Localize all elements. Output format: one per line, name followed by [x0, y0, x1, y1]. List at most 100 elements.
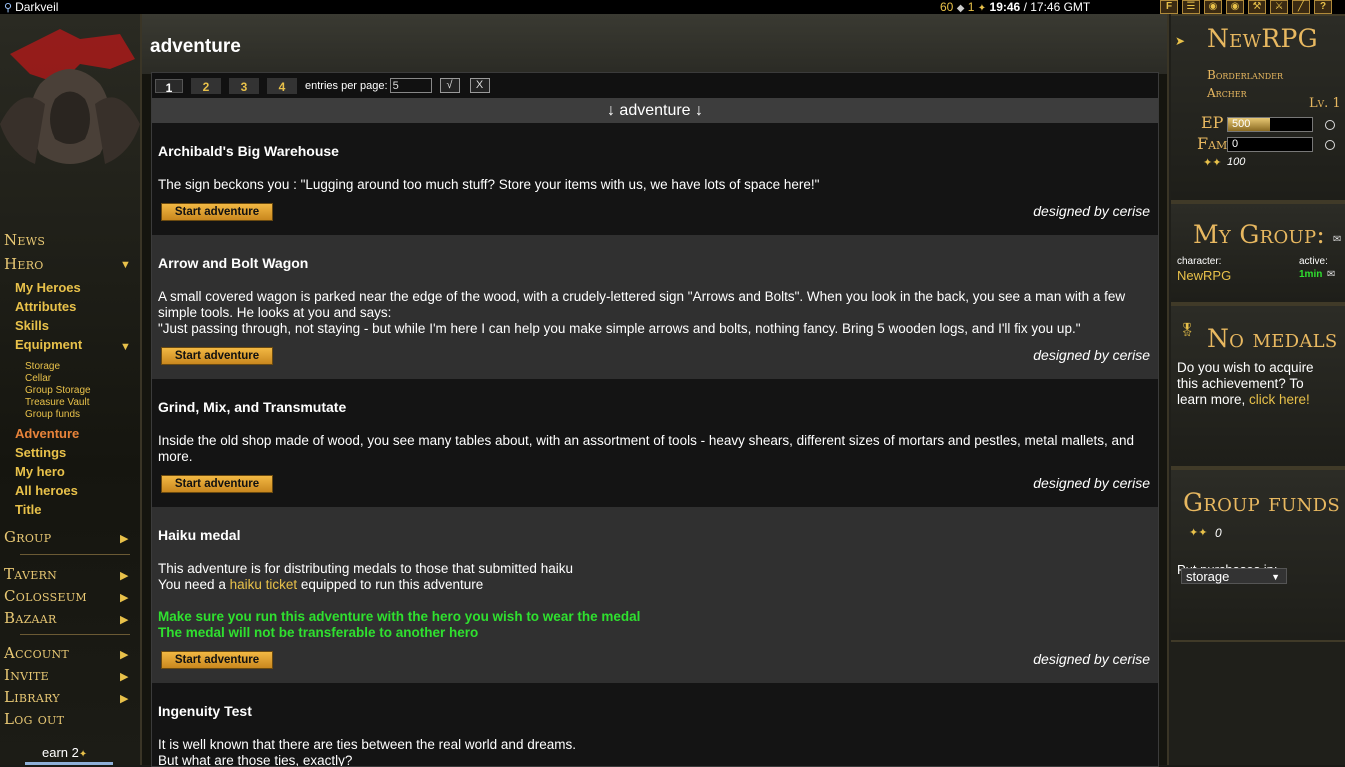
sword-icon[interactable]: ⚔: [1270, 0, 1288, 14]
help-icon[interactable]: ?: [1314, 0, 1332, 14]
chevron-right-icon[interactable]: ▶: [120, 670, 128, 683]
page-3-button[interactable]: 3: [229, 77, 259, 94]
adventure-item: Ingenuity Test It is well known that the…: [152, 683, 1158, 766]
fame-info-icon[interactable]: [1325, 140, 1335, 150]
medal-icon: 🎖: [1179, 322, 1196, 337]
page-2-button[interactable]: 2: [191, 77, 221, 94]
mail-icon[interactable]: ✉: [1327, 269, 1335, 280]
nav-settings[interactable]: Settings: [15, 445, 66, 460]
group-funds-title: Group funds: [1183, 488, 1340, 517]
nav-account[interactable]: Account: [4, 644, 69, 662]
chevron-down-icon[interactable]: ▼: [120, 259, 131, 271]
arrow-right-icon: ➤: [1175, 34, 1186, 48]
gem-icon: ◆: [956, 3, 965, 14]
adventure-item: Archibald's Big Warehouse The sign becko…: [152, 123, 1158, 235]
chevron-right-icon[interactable]: ▶: [120, 569, 128, 582]
character-label: character:: [1177, 256, 1222, 267]
nav-bazaar[interactable]: Bazaar: [4, 609, 57, 627]
nav-adventure[interactable]: Adventure: [15, 426, 79, 441]
chevron-right-icon[interactable]: ▶: [120, 613, 128, 626]
start-adventure-button[interactable]: Start adventure: [161, 651, 273, 669]
nav-library[interactable]: Library: [4, 688, 60, 706]
nav-attributes[interactable]: Attributes: [15, 299, 76, 314]
nav-equipment[interactable]: Equipment: [15, 337, 82, 352]
scroll-icon[interactable]: ☰: [1182, 0, 1200, 14]
group-title[interactable]: My Group:: [1193, 220, 1325, 249]
designer-credit: designed by cerise: [1033, 347, 1150, 363]
app-brand[interactable]: ⚲ Darkveil: [4, 0, 58, 15]
adventure-description: The sign beckons you : "Lugging around t…: [158, 177, 1154, 193]
search-icon[interactable]: ⚲: [4, 2, 12, 14]
nav-title[interactable]: Title: [15, 502, 42, 517]
chevron-down-icon[interactable]: ▼: [120, 341, 131, 353]
coin-icon: ✦: [977, 3, 987, 14]
chevron-down-icon: ▼: [1271, 572, 1280, 582]
start-adventure-button[interactable]: Start adventure: [161, 347, 273, 365]
nav-group-storage[interactable]: Group Storage: [25, 385, 91, 396]
entries-per-page-input[interactable]: [389, 78, 432, 93]
active-label: active:: [1299, 256, 1328, 267]
medals-link[interactable]: click here!: [1249, 392, 1310, 407]
ep-info-icon[interactable]: [1325, 120, 1335, 130]
mail-icon[interactable]: ✉: [1333, 234, 1341, 245]
active-time: 1min: [1299, 269, 1323, 280]
hammer-icon[interactable]: ⚒: [1248, 0, 1266, 14]
medals-text: Do you wish to acquire this achievement?…: [1177, 360, 1327, 408]
start-adventure-button[interactable]: Start adventure: [161, 203, 273, 221]
page-1-button[interactable]: 1: [155, 78, 183, 95]
start-adventure-button[interactable]: Start adventure: [161, 475, 273, 493]
adventure-description: A small covered wagon is parked near the…: [158, 289, 1154, 337]
nav-tavern[interactable]: Tavern: [4, 565, 57, 583]
adventure-name: Ingenuity Test: [158, 703, 252, 719]
item-icon[interactable]: ◉: [1204, 0, 1222, 14]
nav-cellar[interactable]: Cellar: [25, 373, 51, 384]
earn-label: earn 2: [42, 745, 79, 760]
adventure-desc-text: Inside the old shop made of wood, you se…: [158, 433, 1135, 464]
chevron-right-icon[interactable]: ▶: [120, 648, 128, 661]
coin-icon: ✦: [78, 749, 88, 760]
adventure-item: Arrow and Bolt Wagon A small covered wag…: [152, 235, 1158, 379]
hero-name[interactable]: NewRPG: [1207, 24, 1318, 53]
adventure-name: Grind, Mix, and Transmutate: [158, 399, 347, 415]
fame-bar: 0: [1227, 137, 1313, 152]
chevron-right-icon[interactable]: ▶: [120, 532, 128, 545]
nav-my-hero[interactable]: My hero: [15, 464, 65, 479]
apply-button[interactable]: √: [439, 78, 460, 93]
chevron-right-icon[interactable]: ▶: [120, 591, 128, 604]
nav-all-heroes[interactable]: All heroes: [15, 483, 78, 498]
haiku-ticket-link[interactable]: haiku ticket: [230, 577, 298, 592]
adventure-actions: Start adventure designed by cerise: [158, 193, 1154, 235]
nav-my-heroes[interactable]: My Heroes: [15, 280, 81, 295]
adventure-name: Archibald's Big Warehouse: [158, 143, 339, 159]
group-member-link[interactable]: NewRPG: [1177, 268, 1231, 283]
nav-hero[interactable]: Hero: [4, 255, 44, 273]
section-header: ↓ adventure ↓: [152, 98, 1158, 123]
earn-link[interactable]: earn 2✦: [42, 745, 87, 760]
nav-invite[interactable]: Invite: [4, 666, 49, 684]
designer-credit: designed by cerise: [1033, 203, 1150, 219]
nav-divider: [20, 634, 130, 635]
clear-button[interactable]: X: [469, 78, 490, 93]
hero-class: Archer: [1207, 86, 1247, 100]
nav-storage[interactable]: Storage: [25, 361, 60, 372]
gold-icon: ✦✦: [1203, 157, 1222, 169]
staff-icon[interactable]: ╱: [1292, 0, 1310, 14]
gmt-time: / 17:46 GMT: [1023, 0, 1091, 14]
group-funds-panel: Group funds ✦✦ 0 Put purchases in: stora…: [1171, 468, 1345, 642]
nav-group[interactable]: Group: [4, 528, 51, 546]
nav-treasure-vault[interactable]: Treasure Vault: [25, 397, 89, 408]
fame-value: 0: [1232, 138, 1239, 150]
nav-group-funds[interactable]: Group funds: [25, 409, 80, 420]
status-readout: 60 ◆ 1 ✦ 19:46 / 17:46 GMT: [940, 0, 1090, 16]
nav-colosseum[interactable]: Colosseum: [4, 587, 87, 605]
nav-news[interactable]: News: [4, 231, 45, 249]
forum-icon[interactable]: F: [1160, 0, 1178, 14]
adventure-desc-text: This adventure is for distributing medal…: [158, 561, 573, 576]
left-sidebar: News Hero ▼ My Heroes Attributes Skills …: [0, 14, 142, 765]
page-4-button[interactable]: 4: [267, 77, 297, 94]
nav-logout[interactable]: Log out: [4, 710, 64, 728]
purchases-select[interactable]: storage ▼: [1181, 568, 1287, 584]
nav-skills[interactable]: Skills: [15, 318, 49, 333]
chevron-right-icon[interactable]: ▶: [120, 692, 128, 705]
skill-icon[interactable]: ◉: [1226, 0, 1244, 14]
